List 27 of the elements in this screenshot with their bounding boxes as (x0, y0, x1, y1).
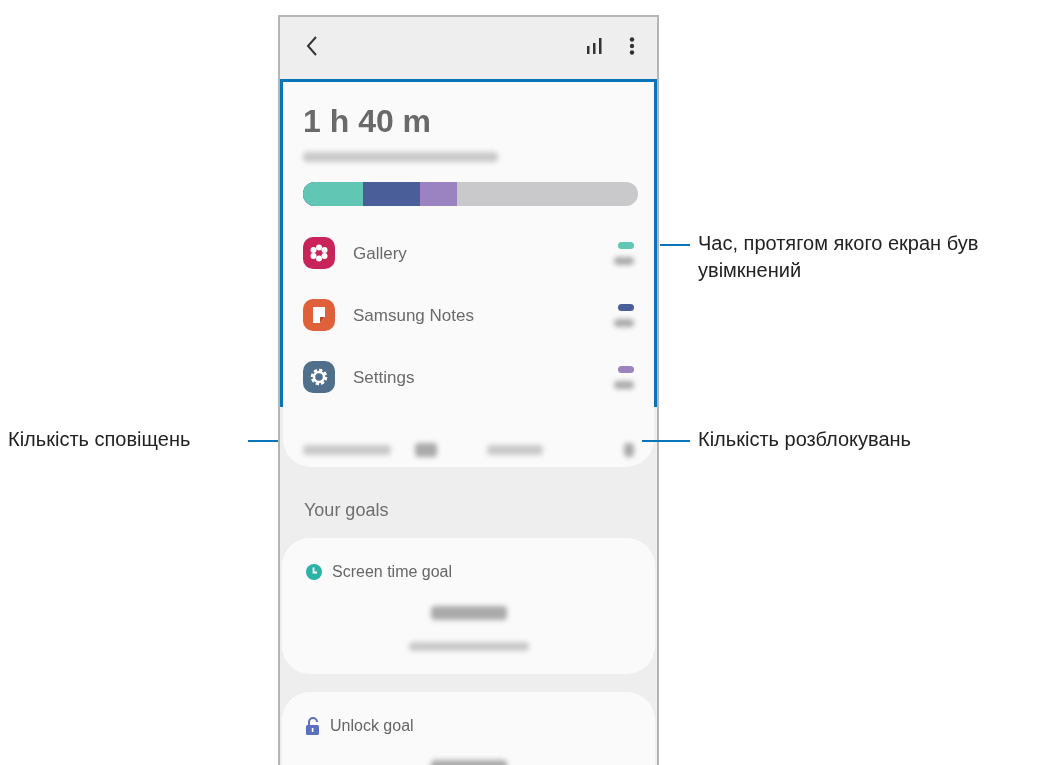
gear-icon (309, 367, 329, 388)
leader-line (660, 244, 690, 246)
section-heading: Your goals (304, 499, 390, 522)
flower-icon (310, 244, 328, 263)
blurred-text (487, 445, 543, 456)
callout-label: Час, протягом якого екран був увімкнений (698, 231, 980, 283)
clock-icon (306, 564, 322, 580)
goal-title: Unlock goal (330, 716, 414, 736)
app-name: Samsung Notes (353, 304, 475, 327)
callout-label: Кількість розблокувань (698, 427, 913, 452)
leader-line (642, 440, 690, 442)
blurred-text (614, 256, 634, 265)
goal-title: Screen time goal (332, 562, 453, 582)
blurred-text (624, 443, 634, 458)
note-icon (311, 306, 327, 325)
leader-line (248, 440, 278, 442)
blurred-text (614, 318, 634, 327)
app-name: Settings (353, 366, 416, 389)
more-options-icon[interactable] (629, 37, 635, 55)
app-name: Gallery (353, 242, 408, 265)
blurred-text (614, 380, 634, 389)
callout-label: Кількість сповіщень (8, 427, 192, 452)
bar-chart-icon[interactable] (587, 38, 605, 54)
blurred-text (415, 443, 437, 458)
total-screen-time: 1 h 40 m (303, 102, 433, 141)
back-icon[interactable] (306, 36, 318, 56)
unlocked-padlock-icon (306, 717, 320, 735)
